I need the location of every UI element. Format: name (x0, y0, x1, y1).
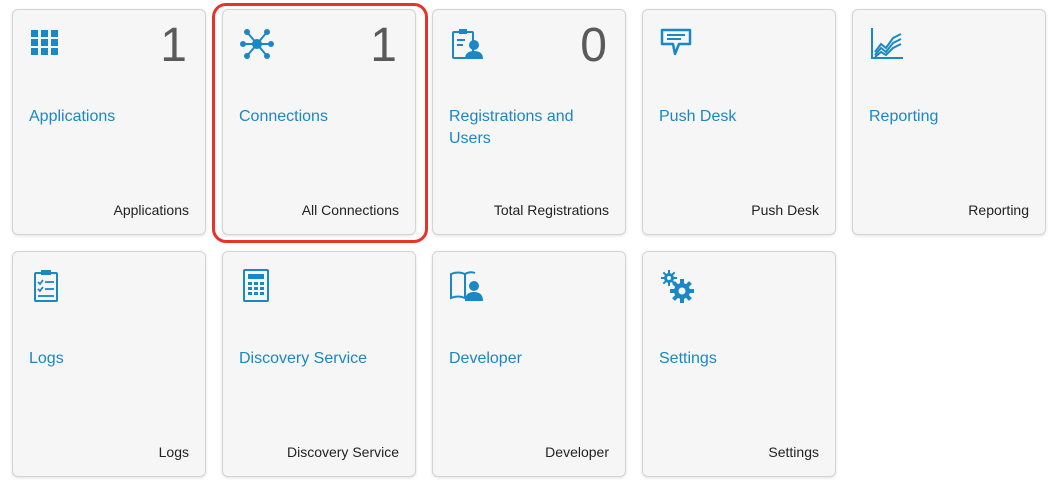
tile-registrations-and-users[interactable]: 0 Registrations and Users Total Registra… (432, 9, 626, 235)
tile-developer[interactable]: Developer Developer (432, 251, 626, 477)
tile-title[interactable]: Applications (29, 106, 189, 128)
tile-footer: Push Desk (751, 202, 819, 218)
tile-title[interactable]: Connections (239, 106, 399, 128)
network-icon (239, 26, 275, 62)
calculator-icon (239, 268, 275, 304)
tile-count: 1 (370, 19, 397, 72)
tile-applications[interactable]: 1 Applications Applications (12, 9, 206, 235)
speech-bubble-icon (659, 26, 695, 62)
checklist-icon (29, 268, 65, 304)
tile-logs[interactable]: Logs Logs (12, 251, 206, 477)
tile-footer: Applications (113, 202, 190, 218)
tile-title[interactable]: Settings (659, 348, 819, 370)
tile-discovery-service[interactable]: Discovery Service Discovery Service (222, 251, 416, 477)
grid-icon (29, 26, 65, 62)
tile-footer: Settings (768, 444, 819, 460)
tile-connections[interactable]: 1 Connections All Connections (222, 9, 416, 235)
tile-footer: Logs (158, 444, 189, 460)
tile-push-desk[interactable]: Push Desk Push Desk (642, 9, 836, 235)
tile-count: 0 (580, 19, 607, 72)
line-chart-icon (869, 26, 905, 62)
tile-title[interactable]: Push Desk (659, 106, 819, 128)
tile-footer: Developer (545, 444, 609, 460)
tile-title[interactable]: Registrations and Users (449, 106, 609, 150)
gears-icon (659, 268, 695, 304)
tile-footer: Total Registrations (493, 202, 609, 218)
user-clipboard-icon (449, 26, 485, 62)
tile-reporting[interactable]: Reporting Reporting (852, 9, 1046, 235)
tile-footer: All Connections (301, 202, 399, 218)
tile-title[interactable]: Developer (449, 348, 609, 370)
tile-footer: Reporting (968, 202, 1029, 218)
tile-count: 1 (160, 19, 187, 72)
tile-footer: Discovery Service (286, 444, 399, 460)
tile-title[interactable]: Reporting (869, 106, 1029, 128)
book-user-icon (449, 268, 485, 304)
tile-title[interactable]: Logs (29, 348, 189, 370)
tile-settings[interactable]: Settings Settings (642, 251, 836, 477)
tile-title[interactable]: Discovery Service (239, 348, 399, 370)
